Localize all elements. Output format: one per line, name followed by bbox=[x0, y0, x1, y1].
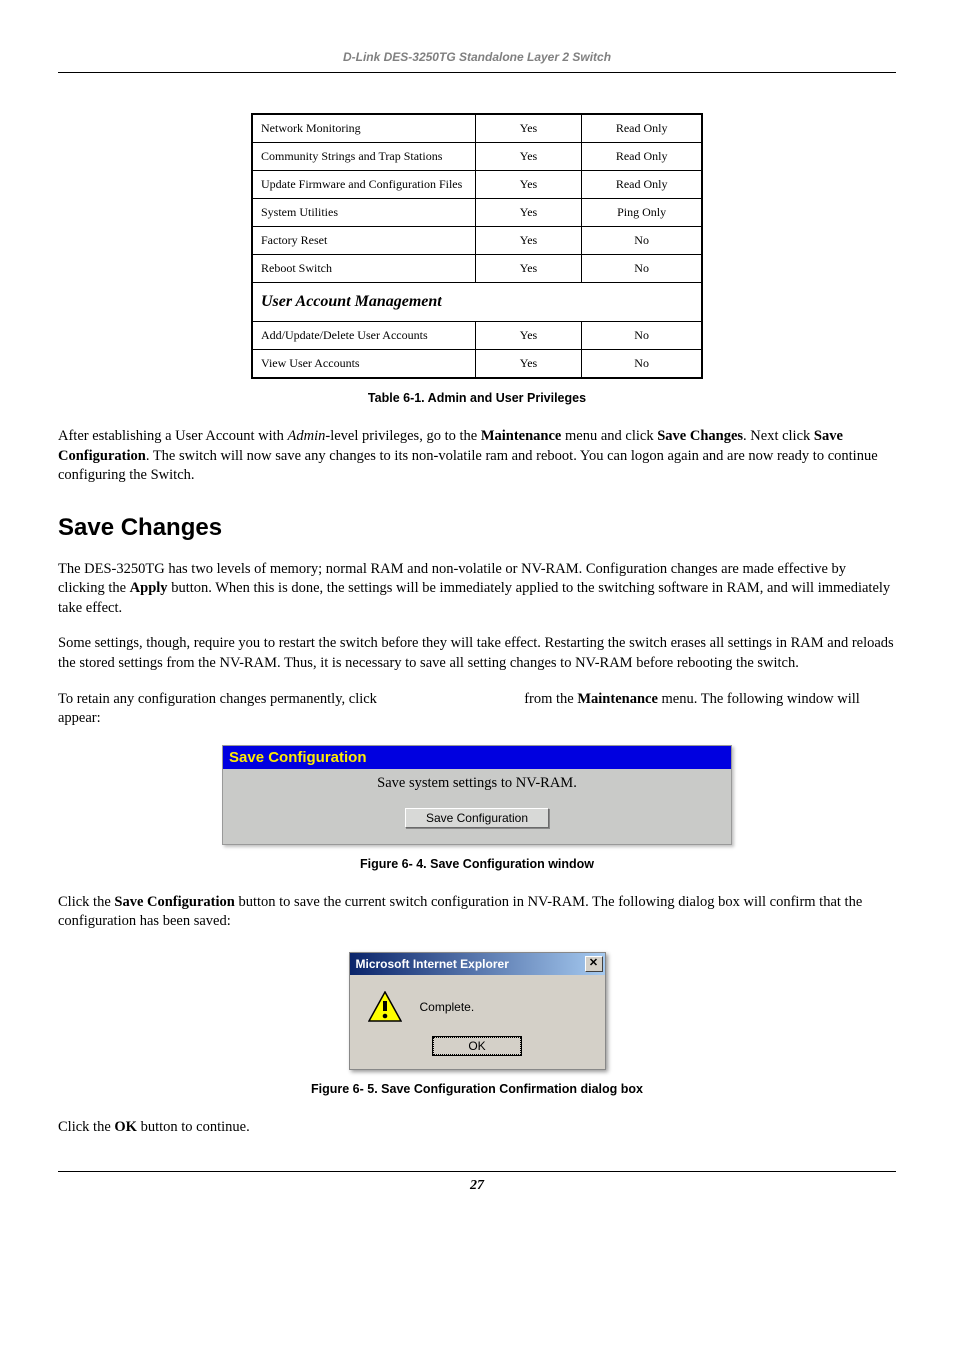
cell: No bbox=[582, 322, 702, 350]
dialog-message: Complete. bbox=[420, 1000, 475, 1014]
table-caption: Table 6-1. Admin and User Privileges bbox=[58, 391, 896, 405]
text-bold: Save Changes bbox=[657, 428, 743, 444]
cell: Read Only bbox=[582, 114, 702, 143]
text: menu and click bbox=[561, 428, 657, 444]
section-header: User Account Management bbox=[252, 283, 702, 322]
paragraph-des3250: The DES-3250TG has two levels of memory;… bbox=[58, 560, 896, 619]
cell: Ping Only bbox=[582, 199, 702, 227]
save-configuration-button[interactable]: Save Configuration bbox=[405, 808, 549, 828]
cell: Add/Update/Delete User Accounts bbox=[252, 322, 475, 350]
page-number: 27 bbox=[470, 1178, 484, 1193]
paragraph-some-settings: Some settings, though, require you to re… bbox=[58, 634, 896, 673]
paragraph-after-establishing: After establishing a User Account with A… bbox=[58, 427, 896, 486]
table-row: View User AccountsYesNo bbox=[252, 350, 702, 379]
section-header-row: User Account Management bbox=[252, 283, 702, 322]
page-header: D-Link DES-3250TG Standalone Layer 2 Swi… bbox=[58, 50, 896, 73]
confirmation-dialog: Microsoft Internet Explorer ✕ Complete. … bbox=[349, 952, 606, 1070]
text-bold: Maintenance bbox=[577, 691, 658, 707]
table-row: Reboot SwitchYesNo bbox=[252, 255, 702, 283]
save-configuration-title: Save Configuration bbox=[223, 746, 731, 769]
text: . Next click bbox=[743, 428, 814, 444]
cell: Community Strings and Trap Stations bbox=[252, 143, 475, 171]
cell: Factory Reset bbox=[252, 227, 475, 255]
ok-button[interactable]: OK bbox=[433, 1037, 520, 1055]
text: Click the bbox=[58, 894, 114, 910]
dialog-titlebar: Microsoft Internet Explorer ✕ bbox=[350, 953, 605, 975]
text-bold: Save Configuration bbox=[114, 894, 234, 910]
paragraph-click-savecfg: Click the Save Configuration button to s… bbox=[58, 893, 896, 932]
save-configuration-window: Save Configuration Save system settings … bbox=[222, 745, 732, 845]
cell: Network Monitoring bbox=[252, 114, 475, 143]
privileges-table: Network MonitoringYesRead Only Community… bbox=[251, 113, 703, 379]
cell: Update Firmware and Configuration Files bbox=[252, 171, 475, 199]
figure-caption-6-4: Figure 6- 4. Save Configuration window bbox=[58, 857, 896, 871]
table-row: Add/Update/Delete User AccountsYesNo bbox=[252, 322, 702, 350]
paragraph-click-ok: Click the OK button to continue. bbox=[58, 1118, 896, 1138]
cell: No bbox=[582, 227, 702, 255]
text: -level privileges, go to the bbox=[325, 428, 480, 444]
paragraph-retain: To retain any configuration changes perm… bbox=[58, 690, 896, 729]
table-row: Community Strings and Trap StationsYesRe… bbox=[252, 143, 702, 171]
table-row: Network MonitoringYesRead Only bbox=[252, 114, 702, 143]
cell: Yes bbox=[475, 350, 582, 379]
cell: Read Only bbox=[582, 171, 702, 199]
cell: No bbox=[582, 255, 702, 283]
table-row: Factory ResetYesNo bbox=[252, 227, 702, 255]
close-icon[interactable]: ✕ bbox=[585, 956, 603, 972]
text: button. When this is done, the settings … bbox=[58, 580, 890, 616]
text: button to continue. bbox=[137, 1119, 250, 1135]
cell: Yes bbox=[475, 114, 582, 143]
cell: Reboot Switch bbox=[252, 255, 475, 283]
cell: Yes bbox=[475, 255, 582, 283]
page-footer: 27 bbox=[58, 1171, 896, 1194]
cell: View User Accounts bbox=[252, 350, 475, 379]
text: . The switch will now save any changes t… bbox=[58, 448, 878, 484]
cell: System Utilities bbox=[252, 199, 475, 227]
text-bold: OK bbox=[114, 1119, 137, 1135]
text: Click the bbox=[58, 1119, 114, 1135]
text-bold: Maintenance bbox=[481, 428, 562, 444]
cell: Yes bbox=[475, 322, 582, 350]
cell: Yes bbox=[475, 171, 582, 199]
cell: Read Only bbox=[582, 143, 702, 171]
cell: Yes bbox=[475, 199, 582, 227]
warning-icon bbox=[368, 991, 402, 1023]
figure-caption-6-5: Figure 6- 5. Save Configuration Confirma… bbox=[58, 1082, 896, 1096]
text: from the bbox=[524, 691, 577, 707]
text-bold: Apply bbox=[130, 580, 168, 596]
cell: Yes bbox=[475, 227, 582, 255]
cell: No bbox=[582, 350, 702, 379]
cell: Yes bbox=[475, 143, 582, 171]
text: After establishing a User Account with bbox=[58, 428, 288, 444]
save-configuration-message: Save system settings to NV-RAM. bbox=[223, 775, 731, 792]
heading-save-changes: Save Changes bbox=[58, 514, 896, 542]
text: To retain any configuration changes perm… bbox=[58, 691, 381, 707]
text-italic: Admin bbox=[288, 428, 326, 444]
dialog-title: Microsoft Internet Explorer bbox=[356, 957, 509, 971]
table-row: System UtilitiesYesPing Only bbox=[252, 199, 702, 227]
table-row: Update Firmware and Configuration FilesY… bbox=[252, 171, 702, 199]
